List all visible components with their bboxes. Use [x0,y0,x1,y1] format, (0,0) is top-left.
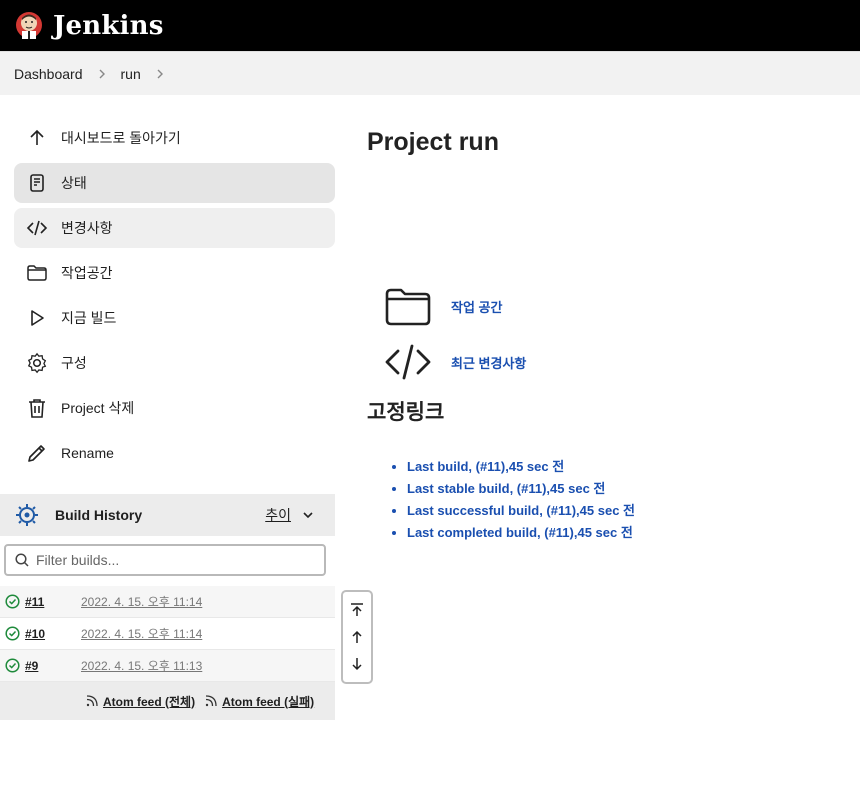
document-icon [26,172,48,194]
scroll-up-icon[interactable] [349,629,365,645]
breadcrumb: Dashboard run [0,51,860,95]
task-rename[interactable]: Rename [14,433,335,473]
code-icon[interactable] [384,338,432,386]
filter-builds-input[interactable] [36,552,316,568]
task-label: 상태 [61,175,87,191]
brand-title[interactable]: Jenkins [53,11,164,41]
task-delete-project[interactable]: Project 삭제 [14,388,335,428]
build-number-link[interactable]: #10 [25,627,81,641]
build-number-link[interactable]: #9 [25,659,81,673]
scroll-down-icon[interactable] [349,656,365,672]
task-status[interactable]: 상태 [14,163,335,203]
trash-icon [26,397,48,419]
success-check-icon [5,594,20,609]
build-date-link[interactable]: 2022. 4. 15. 오후 11:13 [81,657,202,674]
task-changes[interactable]: 변경사항 [14,208,335,248]
task-label: Rename [61,445,114,461]
task-label: 지금 빌드 [61,310,117,326]
task-back-to-dashboard[interactable]: 대시보드로 돌아가기 [14,118,335,158]
build-date-link[interactable]: 2022. 4. 15. 오후 11:14 [81,593,202,610]
page-title: Project run [367,128,499,156]
gear-icon [26,352,48,374]
rss-icon [86,695,98,707]
arrow-up-icon [26,127,48,149]
task-label: 변경사항 [61,220,113,236]
task-label: 작업공간 [61,265,113,281]
permalink-last-successful-build[interactable]: Last successful build, (#11),45 sec 전 [407,503,635,518]
chevron-right-icon[interactable] [153,67,167,81]
chevron-right-icon [95,67,109,81]
recent-changes-link-row: 최근 변경사항 [384,334,847,390]
success-check-icon [5,626,20,641]
permalink-last-build[interactable]: Last build, (#11),45 sec 전 [407,459,564,474]
build-list: #11 2022. 4. 15. 오후 11:14 #10 2022. 4. 1… [0,586,335,682]
play-icon [26,307,48,329]
task-label: Project 삭제 [61,400,135,416]
folder-icon[interactable] [384,282,432,330]
top-header: Jenkins [0,0,860,51]
permalink-item: Last successful build, (#11),45 sec 전 [407,500,847,522]
scroll-controls [341,590,373,684]
search-icon [14,552,30,568]
main-links: 작업 공간 최근 변경사항 [367,278,847,390]
atom-feeds-bar: Atom feed (전체) Atom feed (실패) [0,682,335,720]
workspace-link-row: 작업 공간 [384,278,847,334]
permalink-item: Last build, (#11),45 sec 전 [407,456,847,478]
chevron-down-icon[interactable] [301,508,315,522]
trend-link[interactable]: 추이 [265,505,291,525]
code-icon [26,217,48,239]
atom-feed-all-link[interactable]: Atom feed (전체) [86,693,195,710]
build-history-title: Build History [55,507,143,523]
main-panel: Project run 작업 공간 최근 변경사항 고정링크 Last buil… [367,118,847,544]
permalinks-title: 고정링크 [367,401,445,424]
folder-icon [26,262,48,284]
task-workspace[interactable]: 작업공간 [14,253,335,293]
build-date-link[interactable]: 2022. 4. 15. 오후 11:14 [81,625,202,642]
build-history-gear-icon [14,502,40,528]
task-build-now[interactable]: 지금 빌드 [14,298,335,338]
breadcrumb-dashboard[interactable]: Dashboard [14,66,83,82]
filter-builds-field [4,544,326,576]
rss-icon [205,695,217,707]
task-label: 대시보드로 돌아가기 [61,130,181,146]
task-label: 구성 [61,355,87,371]
permalink-item: Last completed build, (#11),45 sec 전 [407,522,847,544]
success-check-icon [5,658,20,673]
scroll-to-top-icon[interactable] [349,602,365,618]
pencil-icon [26,442,48,464]
breadcrumb-run[interactable]: run [121,66,141,82]
task-configure[interactable]: 구성 [14,343,335,383]
permalink-last-stable-build[interactable]: Last stable build, (#11),45 sec 전 [407,481,605,496]
permalink-last-completed-build[interactable]: Last completed build, (#11),45 sec 전 [407,525,633,540]
build-history-header: Build History 추이 [0,494,335,536]
atom-feed-failed-link[interactable]: Atom feed (실패) [205,693,314,710]
atom-feed-all-label: Atom feed (전체) [103,694,196,709]
build-history-panel: Build History 추이 #11 2022. 4. 15. 오후 11:… [0,494,335,720]
build-number-link[interactable]: #11 [25,595,81,609]
permalink-item: Last stable build, (#11),45 sec 전 [407,478,847,500]
side-panel: 대시보드로 돌아가기 상태 변경사항 작업공간 지금 빌드 구성 Project… [14,118,335,478]
build-row[interactable]: #10 2022. 4. 15. 오후 11:14 [0,618,335,650]
permalinks-list: Last build, (#11),45 sec 전 Last stable b… [367,456,847,544]
build-row[interactable]: #11 2022. 4. 15. 오후 11:14 [0,586,335,618]
jenkins-logo-icon[interactable] [14,11,44,41]
atom-feed-failed-label: Atom feed (실패) [222,694,315,709]
recent-changes-link[interactable]: 최근 변경사항 [451,353,526,372]
workspace-link[interactable]: 작업 공간 [451,297,502,316]
build-row[interactable]: #9 2022. 4. 15. 오후 11:13 [0,650,335,682]
